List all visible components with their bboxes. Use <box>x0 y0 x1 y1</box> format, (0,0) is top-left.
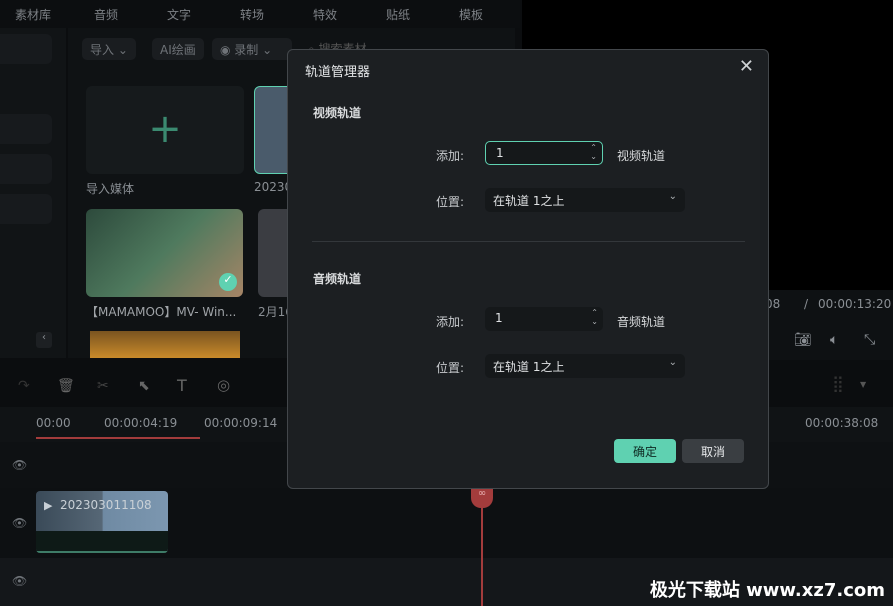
rendered-range <box>36 437 200 439</box>
eye-icon[interactable]: 👁︎ <box>12 516 27 530</box>
tab-transition[interactable]: 转场 <box>227 6 277 23</box>
eye-icon[interactable]: 👁︎ <box>12 574 27 588</box>
eye-icon[interactable]: 👁︎ <box>12 458 27 472</box>
collapse-icon[interactable]: ‹ <box>36 332 52 348</box>
record-button[interactable]: ◉ 录制 ⌄ <box>212 38 292 60</box>
video-position-select[interactable]: 在轨道 1之上 ⌄ <box>485 188 685 212</box>
tab-audio[interactable]: 音频 <box>81 6 131 23</box>
time-separator: / <box>804 297 809 311</box>
chevron-down-icon: ⌄ <box>668 357 677 368</box>
ruler-label: 00:00:04:19 <box>104 416 178 430</box>
play-icon: ▶ <box>44 499 53 512</box>
record-label: 录制 <box>234 43 259 57</box>
video-position-label: 位置: <box>436 195 465 209</box>
select-icon[interactable]: ⬉ <box>138 378 150 394</box>
check-icon: ✓ <box>219 273 237 291</box>
ruler-label: 00:00 <box>36 416 71 430</box>
tab-effects[interactable]: 特效 <box>300 6 350 23</box>
cancel-button[interactable]: 取消 <box>682 439 744 463</box>
video-add-value: 1 <box>496 146 504 160</box>
video-section-title: 视频轨道 <box>313 106 362 120</box>
video-clip[interactable]: ▶ 202303011108 <box>36 491 168 553</box>
audio-sync-icon[interactable]: ◎ <box>217 376 230 394</box>
video-add-stepper[interactable]: 1 ⌃ ⌄ <box>485 141 603 165</box>
sidebar-item[interactable] <box>0 194 52 224</box>
divider <box>312 241 745 242</box>
top-tabs: 素材库 音频 文字 转场 特效 贴纸 模板 <box>0 0 520 28</box>
stepper-arrows-icon[interactable]: ⌃ ⌄ <box>591 308 598 326</box>
ruler-label: 00:00:09:14 <box>204 416 278 430</box>
import-button[interactable]: 导入 ⌄ <box>82 38 136 60</box>
delete-icon[interactable]: 🗑︎ <box>57 378 75 394</box>
audio-add-stepper[interactable]: 1 ⌃ ⌄ <box>485 307 603 331</box>
total-time: 00:00:13:20 <box>818 297 892 311</box>
audio-section-title: 音频轨道 <box>313 272 362 286</box>
clip-audio <box>36 531 168 553</box>
tab-templates[interactable]: 模板 <box>446 6 496 23</box>
sidebar-item[interactable] <box>0 154 52 184</box>
media-thumbnail[interactable]: ✓ <box>86 209 243 297</box>
confirm-button[interactable]: 确定 <box>614 439 676 463</box>
camera-icon[interactable]: 📷︎ <box>794 332 812 348</box>
sidebar-item[interactable] <box>0 114 52 144</box>
audio-position-value: 在轨道 1之上 <box>493 360 565 374</box>
sidebar-item[interactable] <box>0 34 52 64</box>
tab-stickers[interactable]: 贴纸 <box>373 6 423 23</box>
import-media-tile[interactable]: + <box>86 86 244 174</box>
media-thumbnail[interactable] <box>90 331 240 358</box>
audio-position-label: 位置: <box>436 361 465 375</box>
track-manager-icon[interactable]: ⣿ <box>832 374 844 393</box>
audio-position-select[interactable]: 在轨道 1之上 ⌄ <box>485 354 685 378</box>
ruler-label: 00:00:38:08 <box>805 416 879 430</box>
fullscreen-icon[interactable]: ⤡ <box>864 332 875 348</box>
redo-icon[interactable]: ↷ <box>18 378 30 394</box>
dialog-title: 轨道管理器 <box>305 65 371 80</box>
ai-paint-button[interactable]: AI绘画 <box>152 38 204 60</box>
video-position-value: 在轨道 1之上 <box>493 194 565 208</box>
media-label: 导入媒体 <box>86 182 135 196</box>
watermark: 极光下载站 www.xz7.com <box>649 580 885 601</box>
close-icon[interactable]: ✕ <box>739 56 754 77</box>
import-label: 导入 <box>90 43 115 57</box>
video-add-label: 添加: <box>436 149 465 163</box>
cut-icon[interactable]: ✂ <box>97 378 109 394</box>
text-icon[interactable]: T <box>177 376 187 395</box>
media-label: 【MAMAMOO】MV- Win... <box>86 305 237 319</box>
clip-name: 202303011108 <box>60 498 152 512</box>
volume-icon[interactable]: 🔈︎ <box>830 332 838 348</box>
sidebar: ‹ <box>0 28 66 358</box>
tab-text[interactable]: 文字 <box>154 6 204 23</box>
stepper-arrows-icon[interactable]: ⌃ ⌄ <box>590 143 597 161</box>
chevron-down-icon: ⌄ <box>668 191 677 202</box>
video-unit: 视频轨道 <box>617 149 666 163</box>
dropdown-icon[interactable]: ▼ <box>860 380 866 389</box>
audio-add-label: 添加: <box>436 315 465 329</box>
tab-media[interactable]: 素材库 <box>8 6 58 23</box>
audio-add-value: 1 <box>495 311 503 325</box>
track-manager-dialog: 轨道管理器 ✕ 视频轨道 添加: 1 ⌃ ⌄ 视频轨道 位置: 在轨道 1之上 ⌄ 音… <box>287 49 769 489</box>
audio-unit: 音频轨道 <box>617 315 666 329</box>
